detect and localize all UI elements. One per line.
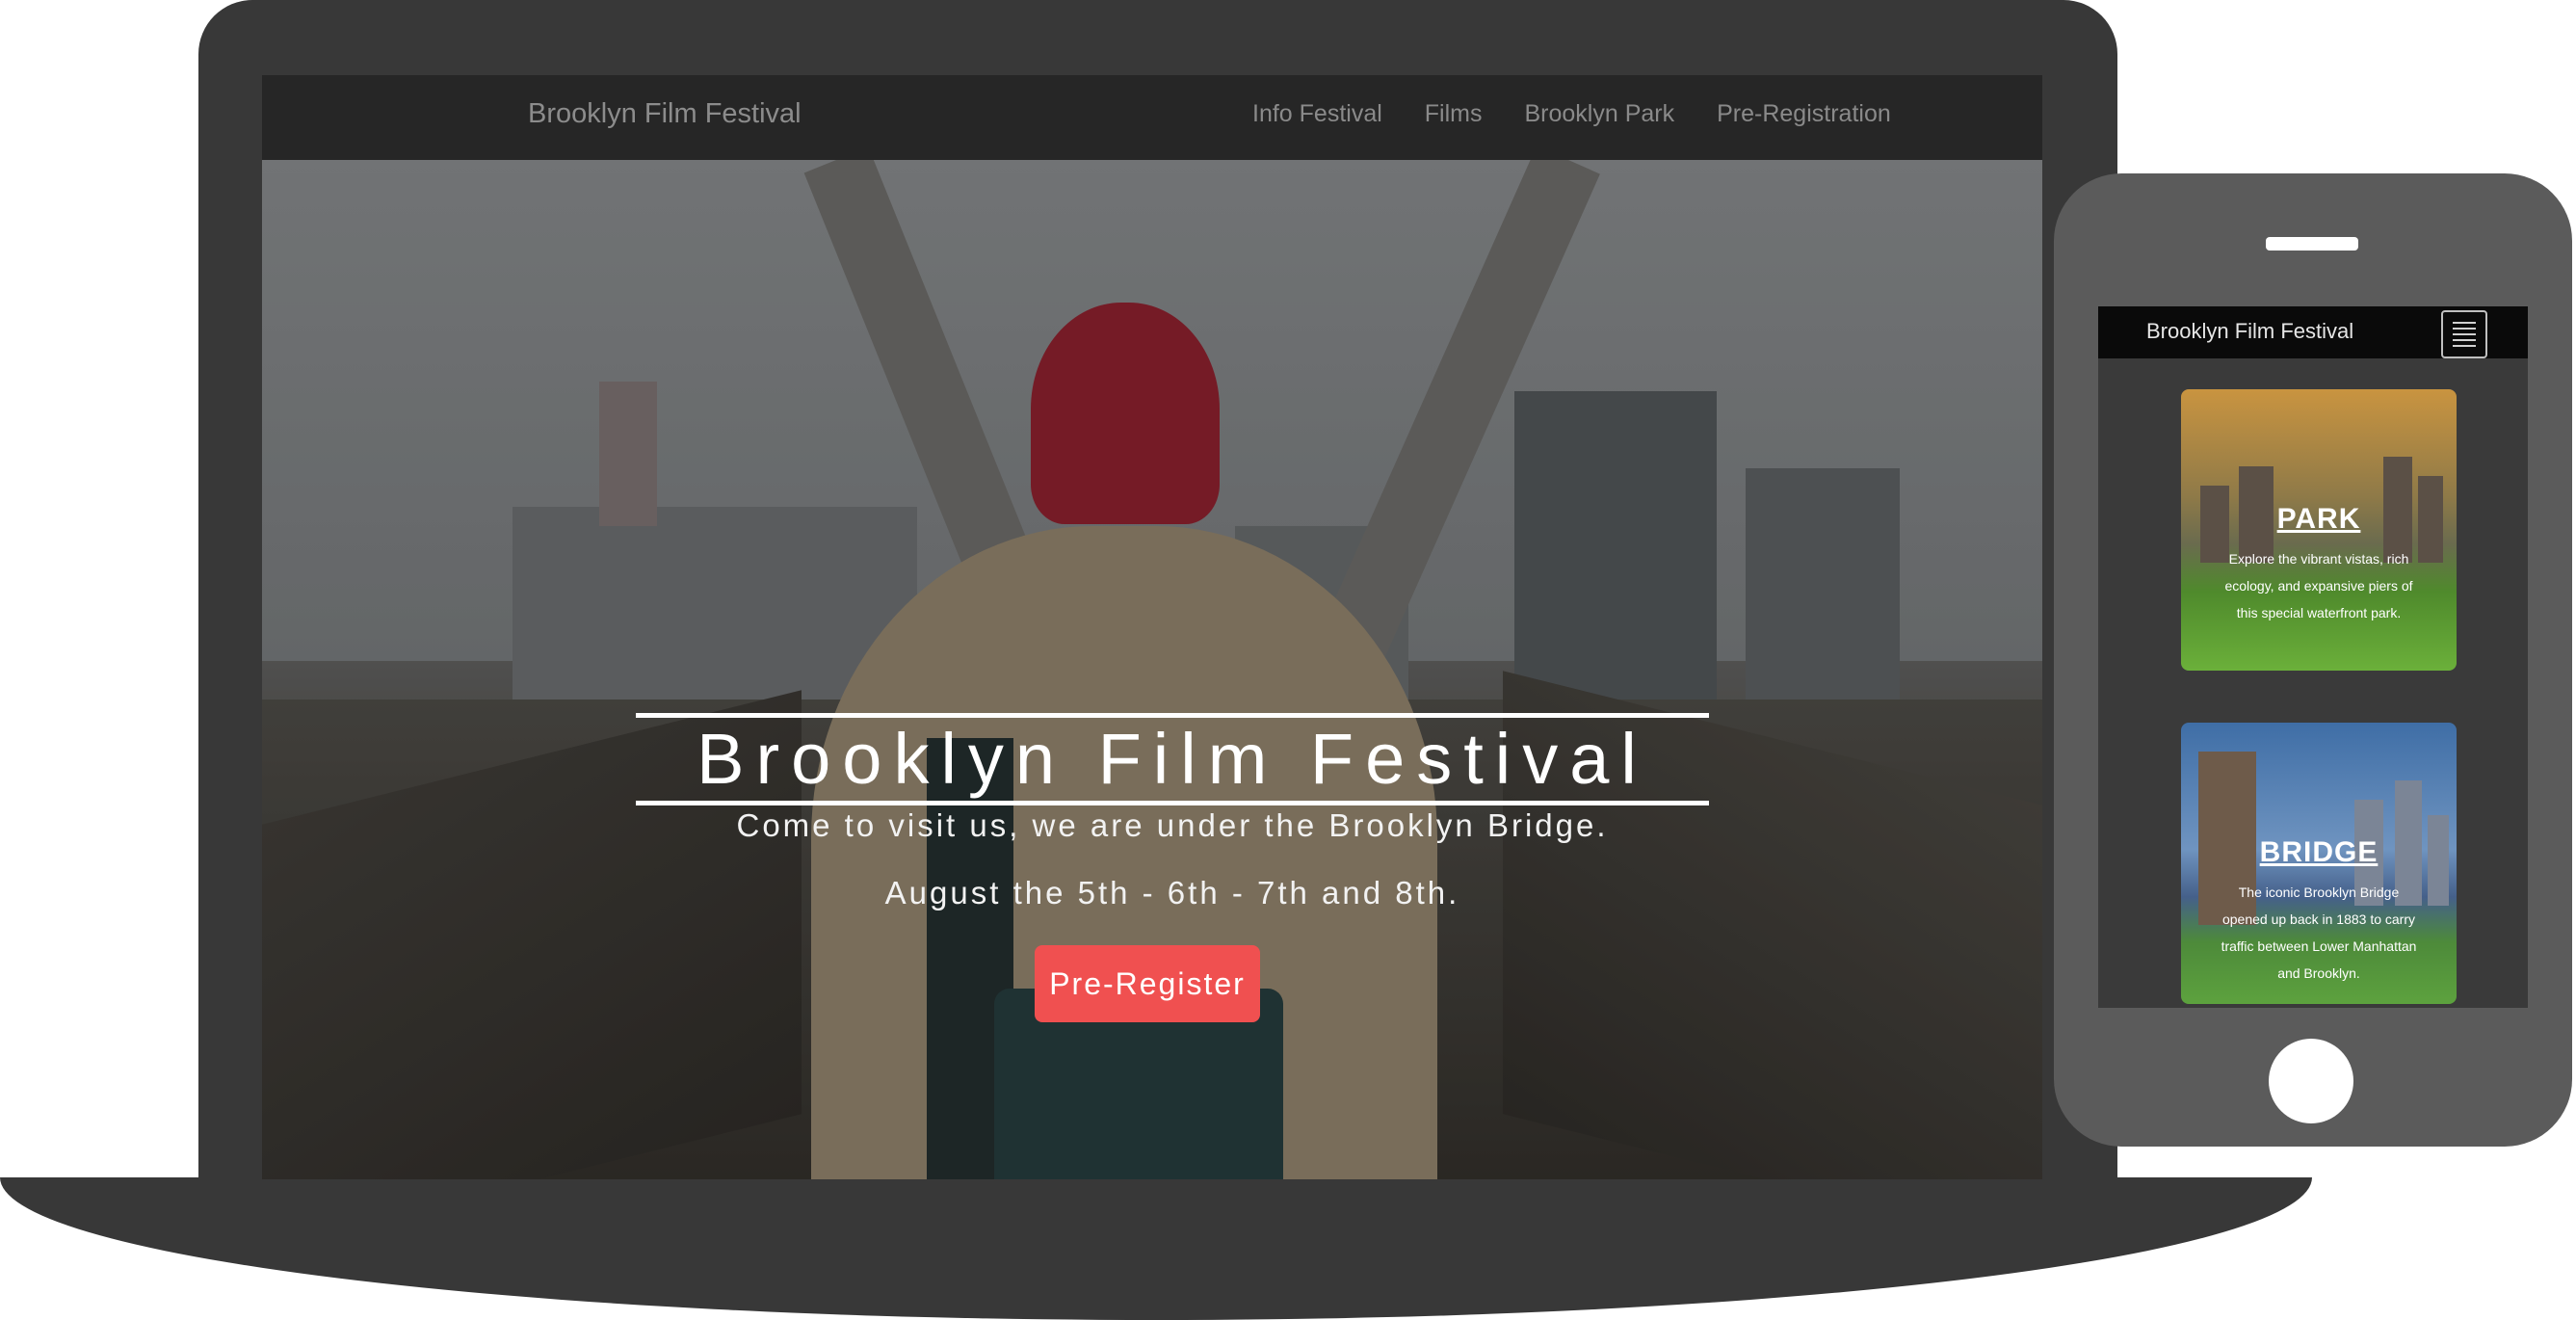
nav-link-brooklyn-park[interactable]: Brooklyn Park xyxy=(1525,100,1675,128)
phone-speaker xyxy=(2266,237,2358,251)
desktop-brand[interactable]: Brooklyn Film Festival xyxy=(528,98,802,130)
device-mockup: Brooklyn Film Festival Info Festival Fil… xyxy=(0,0,2576,1320)
desktop-nav-links: Info Festival Films Brooklyn Park Pre-Re… xyxy=(1252,100,1891,128)
nav-link-pre-registration[interactable]: Pre-Registration xyxy=(1717,100,1891,128)
laptop-base xyxy=(0,1177,2312,1320)
bridge-card-title: BRIDGE xyxy=(2259,836,2379,868)
hero-subtitle: Come to visit us, we are under the Brook… xyxy=(736,807,1609,843)
desktop-screen: Brooklyn Film Festival Info Festival Fil… xyxy=(262,75,2042,1179)
nav-link-info-festival[interactable]: Info Festival xyxy=(1252,100,1382,128)
park-card[interactable]: PARK Explore the vibrant vistas, rich ec… xyxy=(2181,389,2457,671)
desktop-navbar: Brooklyn Film Festival Info Festival Fil… xyxy=(262,75,2042,160)
hero-title: Brooklyn Film Festival xyxy=(636,713,1709,805)
hero-section: Brooklyn Film Festival Come to visit us,… xyxy=(262,160,2042,1179)
mobile-brand[interactable]: Brooklyn Film Festival xyxy=(2146,319,2353,344)
pre-register-button[interactable]: Pre-Register xyxy=(1035,945,1260,1022)
bridge-card[interactable]: BRIDGE The iconic Brooklyn Bridge opened… xyxy=(2181,723,2457,1004)
park-card-text: Explore the vibrant vistas, rich ecology… xyxy=(2224,551,2413,620)
park-card-title: PARK xyxy=(2276,503,2361,535)
bridge-card-text: The iconic Brooklyn Bridge opened up bac… xyxy=(2221,884,2417,981)
hero-overlay xyxy=(262,160,2042,1179)
hero-dates: August the 5th - 6th - 7th and 8th. xyxy=(884,875,1460,911)
hamburger-menu-icon[interactable] xyxy=(2441,310,2487,358)
phone-home-button[interactable] xyxy=(2269,1039,2353,1123)
nav-link-films[interactable]: Films xyxy=(1425,100,1483,128)
mobile-navbar: Brooklyn Film Festival xyxy=(2098,306,2528,358)
mobile-screen: Brooklyn Film Festival PARK Explore the … xyxy=(2098,306,2528,1008)
phone-frame: Brooklyn Film Festival PARK Explore the … xyxy=(2054,173,2572,1147)
